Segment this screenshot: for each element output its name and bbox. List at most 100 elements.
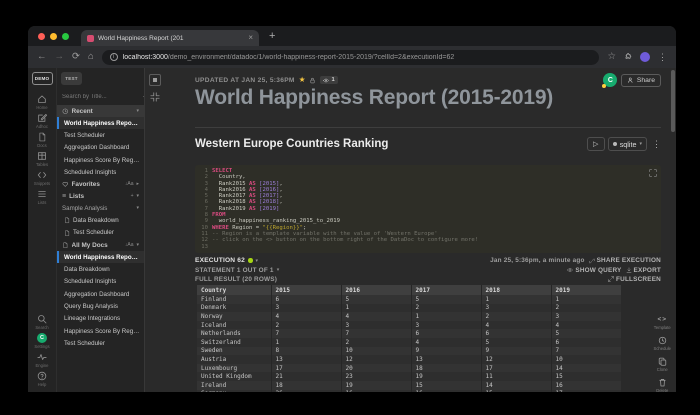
sidebar-section-all-my-docs[interactable]: All My Docs ↓Aa ▾: [57, 239, 144, 251]
chevron-down-icon[interactable]: ▾: [136, 242, 139, 248]
doc-action-clone[interactable]: Clone: [657, 357, 668, 372]
list-group-sample-analysis[interactable]: Sample Analysis ▾: [57, 202, 144, 214]
sidebar-doc-item[interactable]: Data Breakdown: [57, 214, 144, 226]
rail-item-search[interactable]: Search: [35, 314, 48, 330]
chevron-down-icon[interactable]: ▾: [136, 108, 139, 114]
sidebar-doc-item[interactable]: Lineage Integrations: [57, 313, 144, 325]
url-bar[interactable]: i localhost:3000/demo_environment/datado…: [102, 50, 600, 65]
rail-item-engine[interactable]: Engine: [35, 352, 48, 368]
chevron-right-icon[interactable]: ▸: [136, 181, 139, 187]
table-row[interactable]: Finland65511: [197, 295, 621, 304]
rail-item-settings[interactable]: CSettings: [34, 333, 49, 349]
table-row[interactable]: United Kingdom2123191115: [197, 372, 621, 381]
doc-title[interactable]: World Happiness Report (2015-2019): [195, 86, 553, 110]
new-tab-button[interactable]: +: [269, 31, 275, 42]
sidebar-doc-item[interactable]: Happiness Score By Region: [57, 154, 144, 166]
browser-tab[interactable]: World Happiness Report (201 ×: [81, 30, 259, 46]
engine-selector[interactable]: sqlite ▾: [608, 137, 647, 151]
table-row[interactable]: Switzerland12456: [197, 338, 621, 347]
rail-item-snippets[interactable]: Snippets: [34, 170, 50, 186]
export-button[interactable]: EXPORT: [626, 267, 661, 274]
table-row[interactable]: Ireland1819151416: [197, 381, 621, 390]
query-cell-title[interactable]: Western Europe Countries Ranking: [195, 138, 587, 150]
sidebar-doc-item[interactable]: Test Scheduler: [57, 227, 144, 239]
scrollbar-thumb[interactable]: [671, 70, 675, 132]
doc-action-template[interactable]: <>Template: [654, 315, 671, 330]
contents-toggle-icon[interactable]: [149, 74, 161, 86]
column-header[interactable]: Country: [197, 285, 271, 295]
doc-action-schedule[interactable]: Schedule: [654, 336, 671, 351]
forward-icon[interactable]: →: [55, 52, 65, 62]
reload-icon[interactable]: ⟳: [72, 52, 80, 62]
share-button[interactable]: Share: [621, 74, 661, 87]
table-row[interactable]: Denmark31232: [197, 304, 621, 313]
sidebar-doc-item[interactable]: Happiness Score By Region: [57, 325, 144, 337]
favorite-star-icon[interactable]: ★: [299, 76, 306, 84]
column-header[interactable]: 2017: [411, 285, 481, 295]
maximize-window-button[interactable]: [62, 33, 69, 40]
owner-avatar[interactable]: C: [603, 73, 617, 87]
sidebar-doc-item[interactable]: Aggregation Dashboard: [57, 142, 144, 154]
environment-test-button[interactable]: TEST: [61, 72, 82, 85]
execution-label[interactable]: EXECUTION 62: [195, 257, 245, 264]
back-icon[interactable]: ←: [37, 52, 47, 62]
table-row[interactable]: Netherlands77665: [197, 329, 621, 338]
chevron-down-icon[interactable]: ▾: [136, 205, 139, 211]
sort-icon[interactable]: ↓Aa: [125, 181, 134, 187]
table-row[interactable]: Germany2616161517: [197, 390, 621, 392]
browser-profile-avatar[interactable]: [640, 52, 650, 62]
extensions-puzzle-icon[interactable]: [624, 53, 632, 61]
browser-menu-icon[interactable]: ⋮: [658, 53, 667, 62]
bookmark-star-icon[interactable]: ☆: [607, 52, 616, 62]
sidebar-doc-item[interactable]: Scheduled Insights: [57, 276, 144, 288]
column-header[interactable]: 2018: [481, 285, 551, 295]
table-row[interactable]: Sweden810997: [197, 347, 621, 356]
sql-editor[interactable]: 1SELECT2 Country,3 Rank2015 AS [2015],4 …: [195, 165, 661, 253]
rail-item-home[interactable]: Home: [36, 94, 47, 110]
column-header[interactable]: 2019: [551, 285, 621, 295]
table-row[interactable]: Norway44123: [197, 312, 621, 321]
column-header[interactable]: 2016: [341, 285, 411, 295]
column-header[interactable]: 2015: [271, 285, 341, 295]
chevron-down-icon[interactable]: ▾: [136, 193, 139, 199]
rail-item-help[interactable]: Help: [37, 371, 47, 387]
sidebar-section-favorites[interactable]: Favorites ↓Aa ▸: [57, 178, 144, 190]
sidebar-section-recent[interactable]: Recent ▾: [57, 105, 144, 117]
cell-menu-icon[interactable]: ⋮: [652, 140, 661, 149]
caret-down-icon[interactable]: ▾: [277, 267, 280, 273]
run-query-button[interactable]: ▷: [587, 137, 605, 151]
add-list-plus-icon[interactable]: +: [131, 193, 134, 199]
statement-label[interactable]: STATEMENT 1 OUT OF 1: [195, 267, 274, 274]
table-row[interactable]: Luxembourg1720181714: [197, 364, 621, 373]
sidebar-doc-item[interactable]: World Happiness Report (2015…: [57, 117, 144, 129]
lock-icon[interactable]: [309, 77, 316, 84]
site-info-icon[interactable]: i: [110, 53, 118, 61]
sidebar-doc-item[interactable]: Data Breakdown: [57, 263, 144, 275]
rail-item-docs[interactable]: Docs: [37, 132, 47, 148]
sidebar-doc-item[interactable]: Test Scheduler: [57, 129, 144, 141]
editor-expand-icon[interactable]: [649, 169, 657, 177]
sidebar-doc-item[interactable]: Aggregation Dashboard: [57, 288, 144, 300]
sidebar-doc-item[interactable]: Test Scheduler: [57, 337, 144, 349]
table-row[interactable]: Iceland23344: [197, 321, 621, 330]
sidebar-section-lists[interactable]: ≡ Lists + ▾: [57, 190, 144, 202]
search-by-title-input[interactable]: [62, 94, 140, 100]
sidebar-doc-item[interactable]: World Happiness Report (2015…: [57, 251, 144, 263]
tab-close-icon[interactable]: ×: [248, 34, 253, 42]
home-icon[interactable]: ⌂: [88, 52, 94, 62]
rail-item-adhoc[interactable]: Adhoc: [36, 113, 48, 129]
sidebar-doc-item[interactable]: Scheduled Insights: [57, 166, 144, 178]
fullscreen-button[interactable]: FULLSCREEN: [608, 276, 661, 283]
rail-item-lists[interactable]: Lists: [37, 189, 47, 205]
close-window-button[interactable]: [38, 33, 45, 40]
doc-action-delete[interactable]: Delete: [656, 378, 668, 392]
sidebar-doc-item[interactable]: Query Bug Analysis: [57, 300, 144, 312]
show-query-button[interactable]: SHOW QUERY: [567, 267, 621, 274]
collapse-cells-icon[interactable]: [150, 92, 160, 102]
share-execution-button[interactable]: SHARE EXECUTION: [589, 257, 661, 264]
table-row[interactable]: Austria1312131210: [197, 355, 621, 364]
sort-icon[interactable]: ↓Aa: [125, 242, 134, 248]
environment-demo-button[interactable]: DEMO: [32, 72, 53, 85]
viewers-badge[interactable]: 1: [320, 76, 337, 84]
caret-down-icon[interactable]: ▾: [256, 258, 259, 264]
